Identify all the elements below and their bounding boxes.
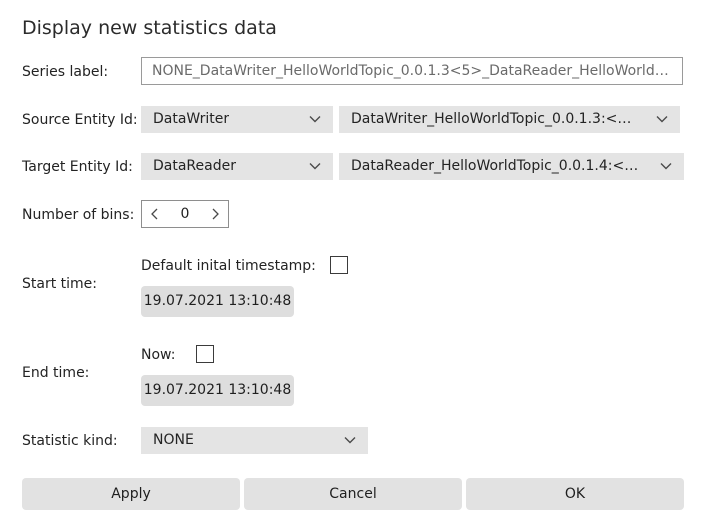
source-entity-kind-combo[interactable]: DataWriter: [141, 106, 333, 133]
series-label-input[interactable]: NONE_DataWriter_HelloWorldTopic_0.0.1.3<…: [141, 57, 683, 85]
start-time-field[interactable]: 19.07.2021 13:10:48: [141, 286, 294, 317]
target-entity-id-combo[interactable]: DataReader_HelloWorldTopic_0.0.1.4:<7>: [339, 153, 684, 180]
now-label: Now:: [141, 347, 176, 363]
end-time-label: End time:: [22, 365, 90, 381]
target-entity-kind-combo[interactable]: DataReader: [141, 153, 333, 180]
source-entity-id-value: DataWriter_HelloWorldTopic_0.0.1.3:<5>: [351, 111, 636, 127]
source-entity-id-combo[interactable]: DataWriter_HelloWorldTopic_0.0.1.3:<5>: [339, 106, 680, 133]
now-checkbox[interactable]: [196, 345, 214, 363]
apply-button[interactable]: Apply: [22, 478, 240, 510]
bins-label: Number of bins:: [22, 207, 135, 223]
cancel-button[interactable]: Cancel: [244, 478, 462, 510]
source-entity-label: Source Entity Id:: [22, 112, 138, 128]
dialog-title: Display new statistics data: [22, 17, 277, 39]
statistic-kind-combo[interactable]: NONE: [141, 427, 368, 454]
chevron-down-icon: [656, 116, 668, 123]
target-entity-id-value: DataReader_HelloWorldTopic_0.0.1.4:<7>: [351, 158, 640, 174]
chevron-down-icon: [309, 116, 321, 123]
chevron-down-icon: [660, 163, 672, 170]
statistic-kind-label: Statistic kind:: [22, 433, 118, 449]
target-entity-label: Target Entity Id:: [22, 159, 133, 175]
bins-spinbox[interactable]: 0: [141, 200, 229, 228]
chevron-right-icon[interactable]: [210, 208, 220, 220]
ok-button[interactable]: OK: [466, 478, 684, 510]
end-time-field[interactable]: 19.07.2021 13:10:48: [141, 375, 294, 406]
chevron-down-icon: [344, 437, 356, 444]
display-statistics-dialog: Display new statistics data Series label…: [0, 0, 706, 532]
default-timestamp-checkbox[interactable]: [330, 256, 348, 274]
chevron-down-icon: [309, 163, 321, 170]
source-entity-kind-value: DataWriter: [153, 111, 230, 127]
statistic-kind-value: NONE: [153, 432, 194, 448]
target-entity-kind-value: DataReader: [153, 158, 236, 174]
series-label: Series label:: [22, 64, 109, 80]
default-timestamp-label: Default inital timestamp:: [141, 258, 316, 274]
start-time-label: Start time:: [22, 276, 97, 292]
